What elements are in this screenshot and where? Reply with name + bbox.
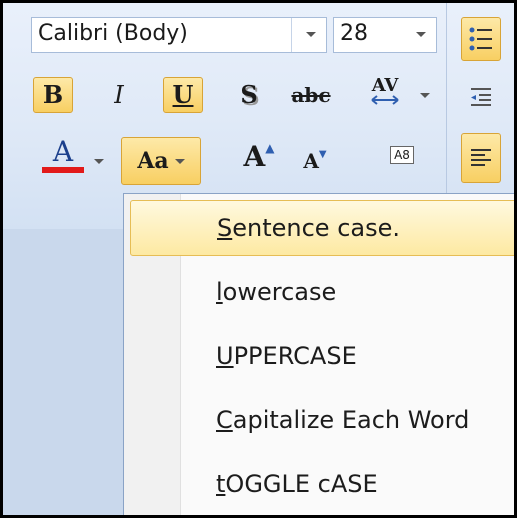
clear-formatting-icon: A8 (390, 146, 414, 164)
chevron-down-icon (174, 158, 185, 164)
clear-formatting-button[interactable]: A8 (379, 137, 425, 173)
align-left-button[interactable] (461, 133, 501, 183)
character-spacing-icon: AV (371, 75, 399, 96)
menu-item-toggle-case[interactable]: t OGGLE cASE (130, 456, 514, 512)
font-color-swatch (42, 166, 84, 173)
bold-icon: B (42, 80, 64, 109)
character-spacing-button[interactable]: AV (353, 73, 417, 109)
grow-font-icon: A (243, 140, 266, 173)
font-color-icon: A (52, 134, 74, 168)
menu-item-accelerator: S (217, 214, 233, 242)
menu-item-accelerator: U (216, 342, 234, 370)
font-family-value: Calibri (Body) (38, 21, 188, 46)
strikethrough-icon: abc (291, 83, 331, 107)
underline-icon: U (172, 80, 194, 109)
shrink-font-icon: A (303, 149, 319, 173)
menu-item-label: apitalize Each Word (232, 406, 470, 434)
decrease-indent-button[interactable] (461, 79, 501, 115)
menu-item-accelerator: t (216, 470, 226, 498)
double-arrow-icon (371, 95, 399, 105)
shrink-font-button[interactable]: A ▼ (293, 143, 337, 179)
font-size-value: 28 (340, 21, 368, 46)
word-ribbon-window: Calibri (Body) 28 B I U S abc AV A Aa A … (0, 0, 517, 518)
font-family-combo[interactable]: Calibri (Body) (31, 17, 327, 53)
chevron-down-icon[interactable] (306, 32, 316, 37)
menu-item-sentence-case[interactable]: Sentence case. (130, 200, 514, 256)
bold-button[interactable]: B (33, 77, 73, 113)
chevron-down-icon[interactable] (89, 143, 109, 179)
bullets-icon (469, 27, 492, 51)
change-case-icon: Aa (137, 148, 169, 174)
menu-item-label: OGGLE cASE (225, 470, 378, 498)
grow-font-button[interactable]: A ▲ (235, 139, 283, 175)
change-case-menu: Sentence case. l owercase U PPERCASE Capit… (123, 193, 514, 515)
menu-item-capitalize-each-word[interactable]: Capitalize Each Word (130, 392, 514, 448)
change-case-button[interactable]: Aa (121, 137, 201, 185)
menu-item-accelerator: l (216, 278, 223, 306)
strikethrough-button[interactable]: abc (281, 77, 341, 113)
menu-item-label: owercase (222, 278, 337, 306)
menu-item-uppercase[interactable]: U PPERCASE (130, 328, 514, 384)
font-color-button[interactable]: A (41, 137, 85, 173)
underline-button[interactable]: U (163, 77, 203, 113)
menu-item-label: entence case. (232, 214, 400, 242)
bullets-button[interactable] (461, 17, 501, 61)
chevron-down-icon[interactable] (416, 32, 426, 37)
menu-item-accelerator: C (216, 406, 233, 434)
combo-separator (291, 18, 292, 52)
italic-icon: I (114, 81, 124, 109)
italic-button[interactable]: I (99, 77, 139, 113)
chevron-down-icon[interactable] (415, 77, 435, 113)
menu-item-lowercase[interactable]: l owercase (130, 264, 514, 320)
shadow-icon: S (240, 80, 258, 109)
menu-item-label: PPERCASE (233, 342, 357, 370)
font-size-combo[interactable]: 28 (333, 17, 437, 53)
decrease-indent-icon (471, 88, 491, 106)
align-left-icon (471, 149, 491, 166)
shadow-button[interactable]: S (229, 77, 269, 113)
